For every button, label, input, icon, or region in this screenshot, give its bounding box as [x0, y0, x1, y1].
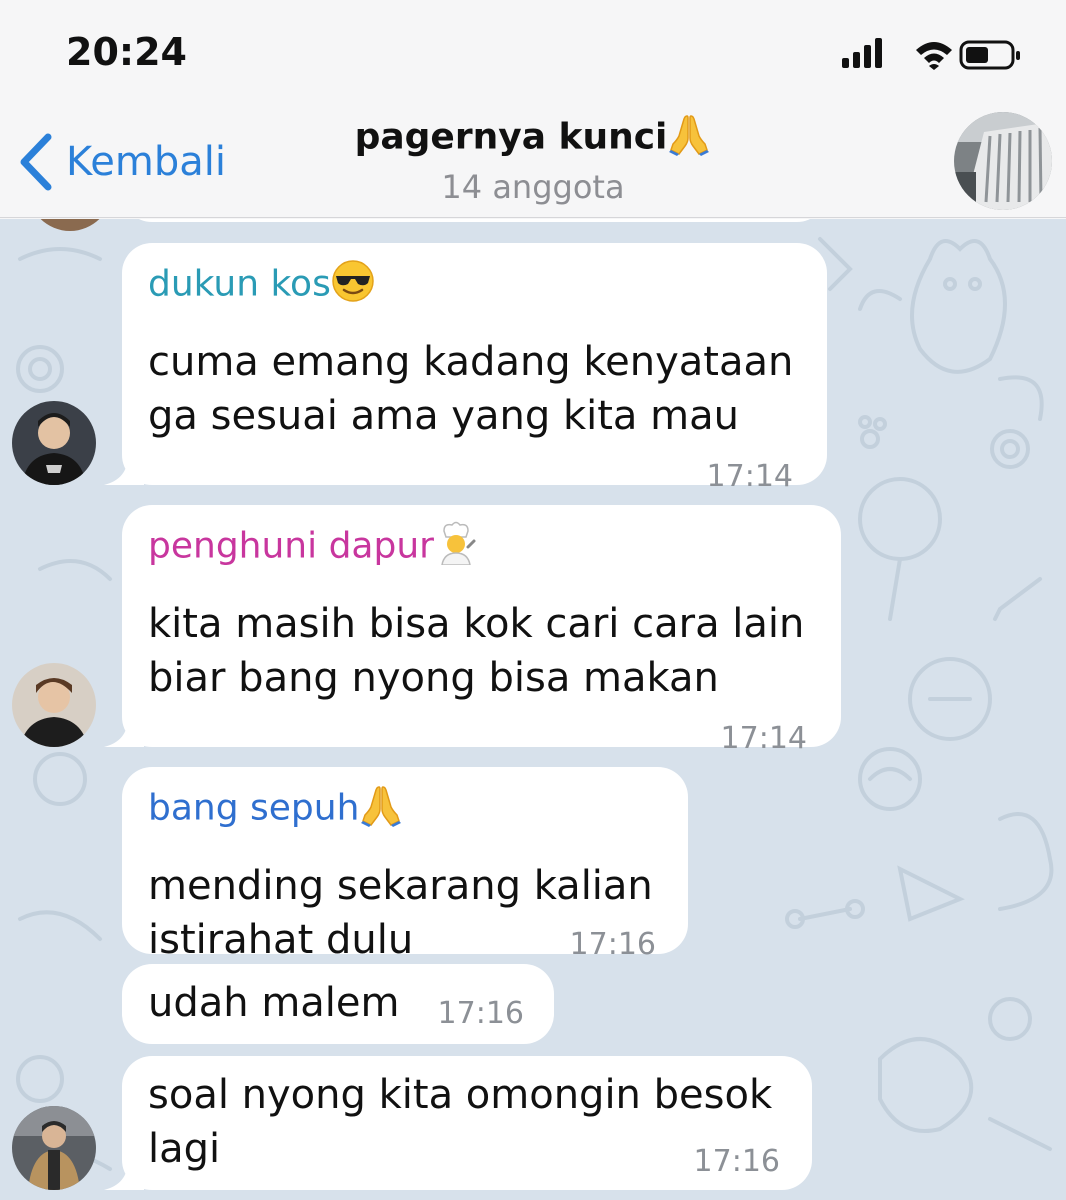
bubble-tail [104, 717, 144, 747]
bubble-tail [104, 455, 144, 485]
bubble-tail [104, 1160, 144, 1190]
member-count: 14 anggota [441, 168, 625, 206]
message-bubble[interactable]: soal nyong kita omongin besok lagi 17:16 [122, 1056, 812, 1190]
chat-title-text: pagernya kunci [354, 116, 668, 158]
sender-avatar[interactable] [12, 1106, 96, 1190]
status-icons [842, 36, 1022, 72]
message-text: udah malem [148, 980, 400, 1026]
message-bubble[interactable]: dukun kos cuma emang kadang kenyataan ga… [122, 243, 827, 494]
message-time: 17:14 [720, 721, 807, 756]
sender-name[interactable]: bang sepuh [148, 783, 403, 836]
cook-icon [434, 521, 478, 574]
sender-avatar[interactable] [12, 663, 96, 747]
message-time: 17:14 [706, 459, 793, 494]
chat-title[interactable]: pagernya kunci [0, 112, 1066, 165]
message-bubble[interactable]: penghuni dapur kita masih bisa kok cari … [122, 505, 841, 756]
folded-hands-icon [359, 783, 403, 836]
sender-name[interactable]: dukun kos [148, 259, 375, 312]
message-time: 17:16 [569, 927, 656, 962]
message-bubble[interactable]: bang sepuh mending sekarang kalian istir… [122, 767, 688, 963]
chat-header: Kembali pagernya kunci 14 anggota [0, 100, 1066, 218]
cellular-signal-icon [842, 38, 882, 68]
message-bubble-partial [122, 219, 827, 222]
message-bubble[interactable]: udah malem 17:16 [122, 964, 554, 1044]
sender-name[interactable]: penghuni dapur [148, 521, 478, 574]
message-text: kita masih bisa kok cari cara lain biar … [148, 601, 805, 701]
message-text: cuma emang kadang kenyataan ga sesuai am… [148, 339, 794, 439]
battery-icon [959, 40, 1020, 70]
wifi-icon [916, 42, 952, 70]
group-avatar[interactable] [954, 112, 1052, 210]
chat-area[interactable]: dukun kos cuma emang kadang kenyataan ga… [0, 219, 1066, 1200]
folded-hands-icon [667, 112, 711, 165]
status-time: 20:24 [66, 30, 187, 74]
message-time: 17:16 [437, 996, 524, 1031]
sender-avatar[interactable] [12, 401, 96, 485]
status-bar: 20:24 [0, 0, 1066, 100]
message-time: 17:16 [693, 1144, 780, 1179]
message-text: soal nyong kita omongin besok lagi [148, 1072, 773, 1172]
smiling-face-with-sunglasses-icon [331, 259, 375, 312]
